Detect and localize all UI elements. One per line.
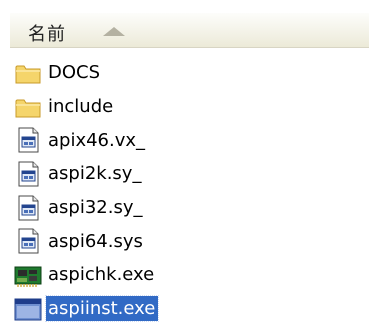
system-file-icon <box>14 194 42 222</box>
file-item-aspi32[interactable]: aspi32.sy_ <box>14 191 359 225</box>
system-file-icon <box>14 227 42 255</box>
file-list: DOCS include apix46.vx_ aspi2k.sy_ aspi3… <box>14 56 359 326</box>
file-item-label: aspi32.sy_ <box>48 197 143 219</box>
column-header-bar: 名前 <box>10 13 369 48</box>
file-item-label: aspi64.sys <box>48 230 143 252</box>
file-item-aspiinst[interactable]: aspiinst.exe <box>14 292 359 326</box>
system-file-icon <box>14 160 42 188</box>
file-item-docs[interactable]: DOCS <box>14 56 359 90</box>
sort-ascending-icon <box>103 27 125 36</box>
circuit-board-icon <box>14 261 42 289</box>
file-item-label: include <box>48 96 114 118</box>
folder-icon <box>14 59 42 87</box>
application-window-icon <box>14 295 42 323</box>
file-item-apix46[interactable]: apix46.vx_ <box>14 123 359 157</box>
file-item-label: apix46.vx_ <box>48 129 146 151</box>
file-item-label: aspiinst.exe <box>44 295 160 323</box>
file-item-label: aspi2k.sy_ <box>48 163 142 185</box>
system-file-icon <box>14 126 42 154</box>
file-item-aspi64[interactable]: aspi64.sys <box>14 224 359 258</box>
file-item-label: aspichk.exe <box>48 264 155 286</box>
file-item-aspi2k[interactable]: aspi2k.sy_ <box>14 157 359 191</box>
folder-icon <box>14 93 42 121</box>
file-item-label: DOCS <box>48 62 101 84</box>
file-explorer-view: 名前 DOCS include apix46.vx_ aspi2k.sy_ as… <box>0 0 379 324</box>
file-item-include[interactable]: include <box>14 90 359 124</box>
file-item-aspichk[interactable]: aspichk.exe <box>14 258 359 292</box>
column-header-name[interactable]: 名前 <box>28 20 66 46</box>
